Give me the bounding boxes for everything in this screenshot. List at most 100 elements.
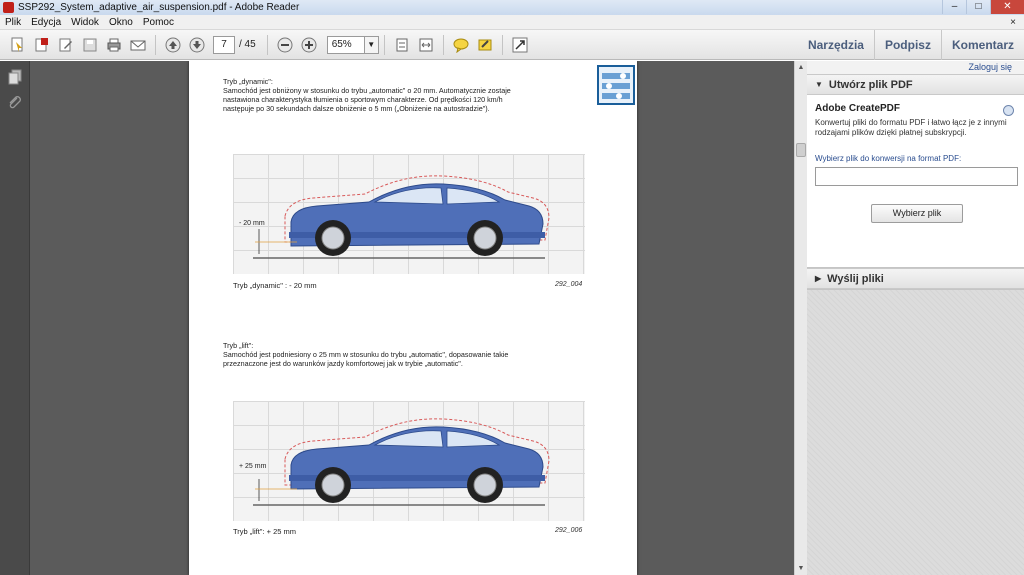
send-files-header[interactable]: ▶ Wyślij pliki [807, 268, 1024, 289]
attachments-button[interactable] [5, 93, 25, 113]
title-bar: SSP292_System_adaptive_air_suspension.pd… [0, 0, 1024, 15]
zoom-dropdown-button[interactable]: ▼ [364, 35, 379, 54]
menu-widok[interactable]: Widok [66, 17, 104, 28]
figure-code: 292_004 [555, 281, 583, 288]
car-lowered-illustration [253, 175, 550, 259]
save-button[interactable] [80, 35, 100, 55]
comment-link[interactable]: Komentarz [940, 29, 1024, 60]
close-button[interactable]: ✕ [990, 0, 1024, 14]
tools-link[interactable]: Narzędzia [798, 30, 874, 60]
highlighter-icon [478, 39, 492, 50]
dimension-label: - 20 mm [239, 220, 265, 227]
paragraph-line: Samochód jest obniżony w stosunku do try… [223, 86, 511, 95]
highlight-button[interactable] [475, 35, 495, 55]
open-file-button[interactable] [32, 35, 52, 55]
chevron-down-icon: ▼ [367, 39, 376, 49]
pencil-icon [59, 38, 72, 51]
comment-button[interactable] [451, 35, 471, 55]
pages-icon [8, 69, 22, 85]
fit-page-icon [396, 38, 408, 51]
create-pdf-header-label: Utwórz plik PDF [828, 78, 913, 91]
file-path-input[interactable] [815, 167, 1018, 186]
figure-caption: Tryb „lift": + 25 mm [233, 527, 297, 536]
toolbar-separator [383, 34, 385, 55]
next-page-button[interactable] [187, 35, 207, 55]
info-icon[interactable] [1003, 105, 1014, 116]
toolbar-separator [501, 34, 503, 55]
tools-panel: Zaloguj się ▼ Utwórz plik PDF Adobe Crea… [807, 61, 1024, 575]
send-files-header-label: Wyślij pliki [827, 272, 884, 285]
menu-bar: Plik Edycja Widok Okno Pomoc × [0, 15, 1024, 30]
paragraph-line: przeznaczone jest do warunków jazdy komf… [223, 359, 463, 368]
car-raised-illustration [253, 418, 550, 506]
file-select-prompt: Wybierz plik do konwersji na format PDF: [815, 154, 962, 163]
create-pdf-icon [11, 37, 23, 52]
fit-width-button[interactable] [416, 35, 436, 55]
previous-page-button[interactable] [163, 35, 183, 55]
scrollbar-thumb[interactable] [796, 143, 806, 157]
create-pdf-header[interactable]: ▼ Utwórz plik PDF [807, 74, 1024, 95]
window-title: SSP292_System_adaptive_air_suspension.pd… [18, 2, 300, 13]
zoom-level-input[interactable]: 65% [326, 35, 365, 54]
adobe-reader-icon [3, 2, 14, 13]
figure-lift: + 25 mm [233, 401, 585, 521]
menu-pomoc[interactable]: Pomoc [138, 17, 179, 28]
triangle-down-icon: ▼ [815, 79, 823, 89]
paperclip-icon [9, 96, 21, 109]
page-total: / 45 [239, 39, 256, 50]
paragraph-line: nastawiona charakterystyka tłumienia o s… [223, 95, 503, 104]
login-link[interactable]: Zaloguj się [807, 61, 1024, 74]
figure-dynamic: - 20 mm [233, 154, 585, 274]
paragraph-line: Samochód jest podniesiony o 25 mm w stos… [223, 350, 509, 359]
print-button[interactable] [104, 35, 124, 55]
scroll-down-arrow-icon[interactable]: ▼ [795, 562, 807, 575]
triangle-right-icon: ▶ [815, 273, 822, 283]
scroll-up-arrow-icon[interactable]: ▲ [795, 61, 807, 74]
close-document-button[interactable]: × [1010, 17, 1016, 28]
document-logo-icon [597, 65, 635, 105]
figure-code: 292_006 [555, 527, 583, 534]
pdf-page: Tryb „dynamic": Samochód jest obniżony w… [189, 61, 637, 575]
minimize-button[interactable]: ‒ [942, 0, 966, 14]
section-dynamic-text: Tryb „dynamic": Samochód jest obniżony w… [223, 77, 511, 113]
speech-bubble-icon [453, 38, 469, 53]
open-file-icon [35, 37, 48, 51]
toolbar: 7 / 45 65% ▼ Narzędzia Podpisz Komentarz [0, 29, 1024, 60]
menu-okno[interactable]: Okno [104, 17, 138, 28]
create-pdf-button[interactable] [8, 35, 28, 55]
page-number-input[interactable]: 7 [213, 35, 235, 54]
createpdf-brand: Adobe CreatePDF [815, 103, 901, 114]
menu-edycja[interactable]: Edycja [26, 17, 66, 28]
fit-page-button[interactable] [392, 35, 412, 55]
create-pdf-section: ▼ Utwórz plik PDF Adobe CreatePDF Konwer… [807, 74, 1024, 268]
document-view[interactable]: Tryb „dynamic": Samochód jest obniżony w… [30, 61, 794, 575]
send-files-section: ▶ Wyślij pliki [807, 268, 1024, 290]
minus-circle-icon [277, 37, 293, 52]
envelope-icon [130, 40, 146, 50]
toolbar-separator [266, 34, 268, 55]
sign-link[interactable]: Podpisz [873, 29, 941, 60]
fit-width-icon [419, 38, 433, 51]
expand-button[interactable] [510, 35, 530, 55]
toolbar-separator [442, 34, 444, 55]
email-button[interactable] [128, 35, 148, 55]
arrow-up-icon [165, 37, 181, 52]
section-heading: Tryb „dynamic": [223, 77, 273, 86]
figure-caption: Tryb „dynamic" : - 20 mm [233, 281, 317, 290]
plus-circle-icon [301, 37, 317, 52]
section-heading: Tryb „lift": [223, 341, 254, 350]
zoom-out-button[interactable] [275, 35, 295, 55]
dimension-label: + 25 mm [239, 463, 267, 470]
vertical-scrollbar[interactable]: ▲ ▼ [794, 61, 807, 575]
create-pdf-body: Adobe CreatePDF Konwertuj pliki do forma… [807, 95, 1024, 267]
edit-button[interactable] [56, 35, 76, 55]
arrow-down-icon [189, 37, 205, 52]
choose-file-button[interactable]: Wybierz plik [871, 204, 963, 223]
createpdf-description: Konwertuj pliki do formatu PDF i łatwo ł… [815, 118, 1007, 137]
menu-plik[interactable]: Plik [0, 17, 26, 28]
page-thumbnails-button[interactable] [5, 67, 25, 87]
save-icon [83, 38, 97, 51]
expand-arrows-icon [512, 37, 528, 52]
maximize-button[interactable]: □ [966, 0, 990, 14]
zoom-in-button[interactable] [299, 35, 319, 55]
